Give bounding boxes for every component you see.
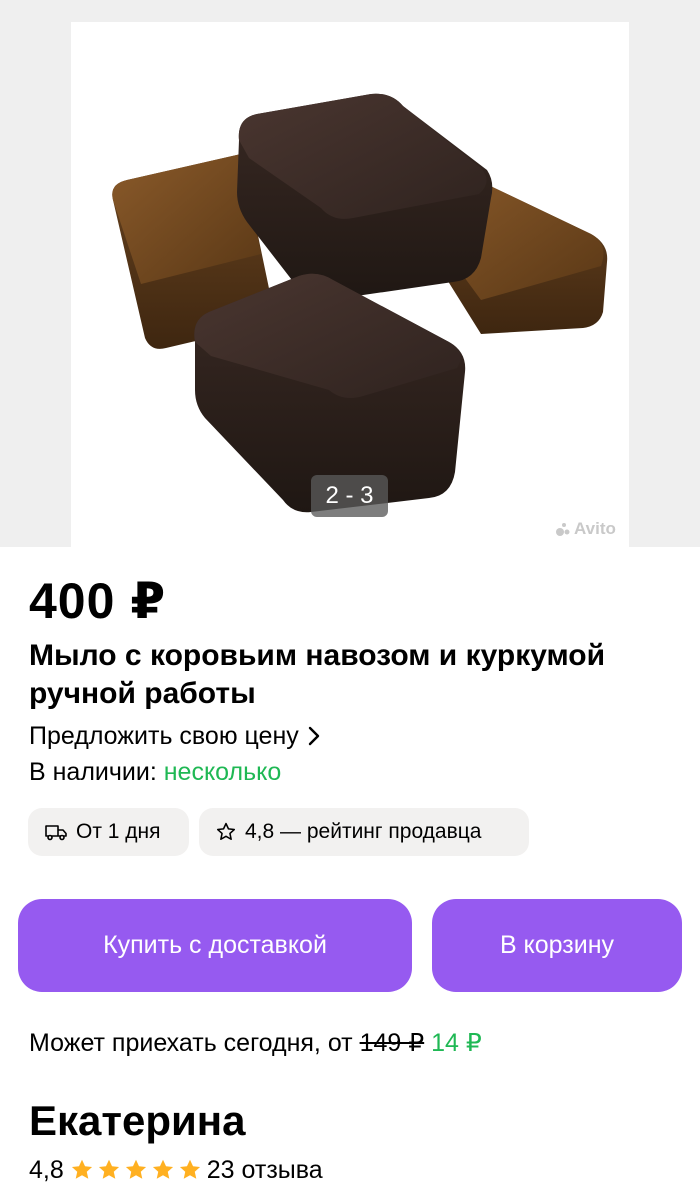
stock-status: В наличии: несколько [29, 755, 281, 789]
delivery-time-chip[interactable]: От 1 дня [28, 808, 189, 856]
photo-gallery[interactable]: 2 - 3 Avito [0, 0, 700, 547]
seller-rating[interactable]: 4,8 23 отзыва [29, 1153, 323, 1187]
buy-with-delivery-button[interactable]: Купить с доставкой [18, 899, 412, 992]
star-filled-icon [152, 1159, 173, 1179]
seller-reviews-count: 23 отзыва [206, 1156, 323, 1184]
stock-label: В наличии: [29, 758, 164, 786]
avito-watermark: Avito [555, 519, 616, 539]
seller-stars [69, 1157, 204, 1183]
add-to-cart-button[interactable]: В корзину [432, 899, 682, 992]
star-filled-icon [71, 1159, 92, 1179]
star-filled-icon [98, 1159, 119, 1179]
product-photo[interactable] [71, 22, 629, 547]
seller-rating-chip[interactable]: 4,8 — рейтинг продавца [199, 808, 529, 856]
delivery-text: Может приехать сегодня, от [29, 1029, 360, 1057]
star-filled-icon [179, 1159, 200, 1179]
delivery-new-price: 14 ₽ [431, 1029, 482, 1057]
chevron-right-icon [308, 726, 319, 746]
seller-name[interactable]: Екатерина [29, 1095, 246, 1147]
offer-price-link[interactable]: Предложить свою цену [29, 719, 321, 753]
star-filled-icon [125, 1159, 146, 1179]
delivery-time-label: От 1 дня [76, 820, 161, 843]
star-outline-icon [216, 822, 236, 841]
avito-logo-icon [556, 523, 570, 536]
seller-rating-chip-label: 4,8 — рейтинг продавца [245, 820, 482, 843]
price: 400 ₽ [29, 573, 167, 629]
listing-title: Мыло с коровьим навозом и куркумой ручно… [29, 639, 606, 710]
delivery-old-price: 149 ₽ [359, 1029, 425, 1057]
watermark-text: Avito [574, 519, 616, 538]
stock-value: несколько [163, 758, 282, 786]
offer-price-label: Предложить свою цену [29, 722, 299, 750]
truck-icon [45, 825, 67, 841]
delivery-info: Может приехать сегодня, от 149 ₽ 14 ₽ [29, 1026, 482, 1060]
photo-counter: 2 - 3 [311, 475, 388, 517]
seller-rating-value: 4,8 [29, 1156, 64, 1184]
listing-page: 2 - 3 Avito 400 ₽ Мыло с коровьим навозо… [0, 0, 700, 1187]
